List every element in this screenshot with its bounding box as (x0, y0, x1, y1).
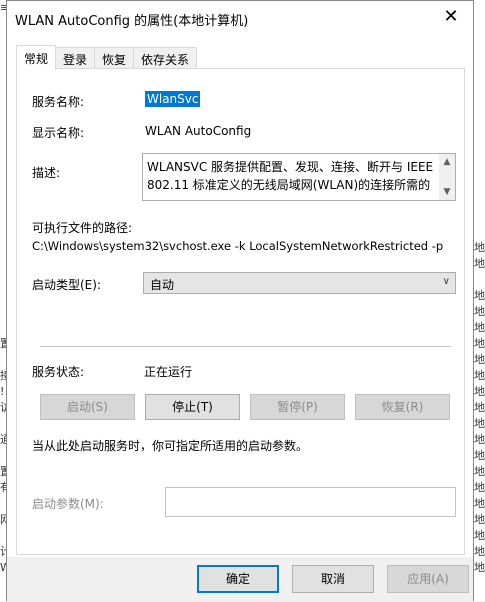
title-bar: WLAN AutoConfig 的属性(本地计算机) ✕ (7, 1, 473, 33)
description-box[interactable]: WLANSVC 服务提供配置、发现、连接、断开与 IEEE 802.11 标准定… (142, 153, 456, 201)
description-scrollbar[interactable]: ▲ ▼ (439, 154, 455, 200)
tab-recovery[interactable]: 恢复 (94, 47, 135, 69)
scroll-up-icon[interactable]: ▲ (439, 154, 455, 170)
scroll-down-icon[interactable]: ▼ (439, 184, 455, 200)
apply-button[interactable]: 应用(A) (387, 565, 469, 593)
service-status-label: 服务状态: (32, 365, 85, 379)
service-status-value: 正在运行 (144, 365, 193, 379)
startup-type-label: 启动类型(E): (32, 278, 101, 292)
tab-logon[interactable]: 登录 (55, 47, 96, 69)
general-tab-panel: 服务名称: WlanSvc 显示名称: WLAN AutoConfig 描述: … (16, 68, 465, 555)
display-name-value: WLAN AutoConfig (145, 124, 252, 138)
close-button[interactable]: ✕ (429, 1, 473, 31)
start-params-hint: 当从此处启动服务时，你可指定所适用的启动参数。 (32, 439, 309, 453)
resume-button[interactable]: 恢复(R) (355, 394, 450, 420)
service-name-value[interactable]: WlanSvc (145, 91, 201, 107)
startup-type-value: 自动 (150, 278, 175, 292)
dialog-footer: 确定 取消 应用(A) (7, 557, 473, 602)
stop-button[interactable]: 停止(T) (145, 394, 240, 420)
chevron-down-icon: ∨ (442, 276, 450, 287)
startup-type-select[interactable]: 自动 ∨ (143, 272, 456, 294)
pause-button[interactable]: 暂停(P) (250, 394, 345, 420)
exe-path-value: C:\Windows\system32\svchost.exe -k Local… (32, 239, 444, 253)
start-params-input[interactable] (165, 487, 456, 517)
close-icon: ✕ (443, 5, 459, 27)
tab-dependencies[interactable]: 依存关系 (133, 47, 198, 69)
start-button[interactable]: 启动(S) (40, 394, 135, 420)
service-name-label: 服务名称: (32, 95, 85, 109)
separator (40, 346, 451, 347)
ok-button[interactable]: 确定 (197, 565, 279, 593)
cancel-button[interactable]: 取消 (292, 565, 374, 593)
tab-general[interactable]: 常规 (16, 45, 57, 70)
exe-path-label: 可执行文件的路径: (32, 221, 133, 235)
description-label: 描述: (32, 166, 61, 180)
display-name-label: 显示名称: (32, 126, 85, 140)
tab-strip: 常规 登录 恢复 依存关系 (16, 45, 198, 70)
service-properties-dialog: WLAN AutoConfig 的属性(本地计算机) ✕ 常规 登录 恢复 依存… (6, 0, 474, 602)
window-title: WLAN AutoConfig 的属性(本地计算机) (15, 14, 249, 29)
start-params-label: 启动参数(M): (32, 497, 104, 511)
description-text: WLANSVC 服务提供配置、发现、连接、断开与 IEEE 802.11 标准定… (147, 160, 434, 192)
